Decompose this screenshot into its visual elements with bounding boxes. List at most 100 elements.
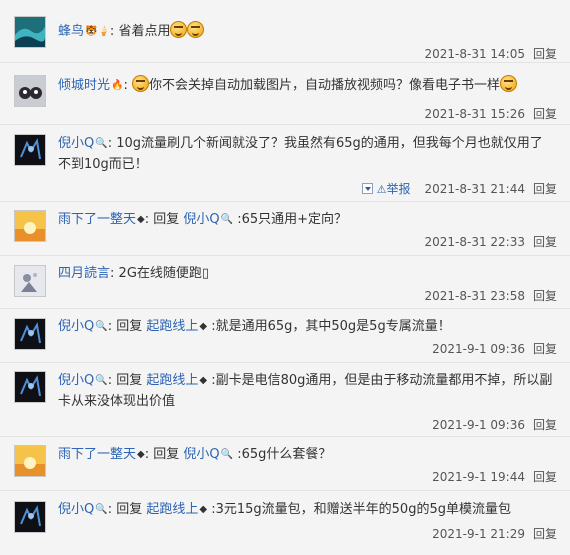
- comment-content: 倾城时光🔥: 你不会关掉自动加载图片，自动播放视频吗？像看电子书一样: [58, 75, 553, 96]
- user-badge-icon: 🔥: [111, 80, 124, 91]
- comment-timestamp: 2021-8-31 23:58: [424, 289, 525, 303]
- separator-text: :: [123, 78, 128, 93]
- avatar-image: [15, 372, 45, 402]
- comment-text: 10g流量刷几个新闻就没了？我虽然有65g的通用，但我每个月也就仅用了不到10g…: [58, 136, 543, 172]
- username-link[interactable]: 倾城时光: [58, 78, 110, 93]
- comment-meta: 2021-9-1 09:36 回复: [432, 340, 557, 357]
- avatar-image: [15, 17, 45, 47]
- comment-item: 倪小Q🔍: 10g流量刷几个新闻就没了？我虽然有65g的通用，但我每个月也就仅用…: [0, 125, 570, 201]
- comment-item: 倾城时光🔥: 你不会关掉自动加载图片，自动播放视频吗？像看电子书一样 2021-…: [0, 63, 570, 125]
- username-link[interactable]: 雨下了一整天: [58, 447, 136, 462]
- reply-target-link[interactable]: 起跑线上: [146, 319, 198, 334]
- comment-meta: 2021-8-31 23:58 回复: [424, 287, 557, 304]
- avatar[interactable]: [14, 210, 46, 242]
- separator-text: :: [109, 24, 115, 39]
- user-badge-icon: ◆: [137, 214, 145, 225]
- comment-meta: 2021-8-31 22:33 回复: [424, 233, 557, 250]
- avatar-image: [15, 319, 45, 349]
- reply-target-link[interactable]: 倪小Q: [183, 447, 219, 462]
- reply-button[interactable]: 回复: [533, 418, 557, 432]
- reply-button[interactable]: 回复: [533, 470, 557, 484]
- avatar[interactable]: [14, 265, 46, 297]
- separator-text: : 回复: [107, 319, 143, 334]
- comment-text: :65g什么套餐？: [237, 447, 332, 462]
- avatar[interactable]: [14, 16, 46, 48]
- target-badge-icon: ◆: [199, 375, 208, 386]
- smile-emoji-icon: [132, 75, 149, 92]
- reply-button[interactable]: 回复: [533, 47, 557, 61]
- comment-item: 倪小Q🔍: 回复 起跑线上◆ :就是通用65g，其中50g是5g专属流量！ 20…: [0, 309, 570, 362]
- username-link[interactable]: 蜂鸟: [58, 24, 84, 39]
- comment-content: 雨下了一整天◆: 回复 倪小Q🔍 :65只通用+定向？: [58, 209, 553, 230]
- avatar[interactable]: [14, 501, 46, 533]
- target-badge-icon: ◆: [199, 504, 208, 515]
- comment-timestamp: 2021-8-31 14:05: [424, 47, 525, 61]
- username-link[interactable]: 倪小Q: [58, 136, 94, 151]
- avatar-image: [15, 446, 45, 476]
- comment-timestamp: 2021-9-1 09:36: [432, 418, 525, 432]
- username-link[interactable]: 四月読言: [58, 266, 110, 281]
- comment-list: 蜂鸟🐯🍦: 省着点用 2021-8-31 14:05 回复 倾城时光🔥: 你不会关…: [0, 0, 570, 555]
- report-button[interactable]: 举报: [386, 182, 410, 196]
- target-badge-icon: 🔍: [220, 214, 234, 225]
- avatar-image: [15, 211, 45, 241]
- user-badge-icon: 🔍: [95, 375, 108, 386]
- avatar[interactable]: [14, 318, 46, 350]
- user-badge-icon: ◆: [137, 449, 145, 460]
- comment-content: 倪小Q🔍: 回复 起跑线上◆ :副卡是电信80g通用，但是由于移动流量都用不掉，…: [58, 370, 553, 412]
- comment-meta: 2021-8-31 14:05 回复: [424, 45, 557, 62]
- avatar-image: [15, 135, 45, 165]
- reply-target-link[interactable]: 起跑线上: [146, 502, 198, 517]
- user-badge-icon: 🔍: [95, 321, 108, 332]
- smile-emoji-icon: [170, 21, 188, 38]
- dropdown-toggle-icon[interactable]: [361, 183, 373, 194]
- comment-meta: ⚠举报 2021-8-31 21:44 回复: [361, 180, 557, 197]
- comment-timestamp: 2021-8-31 22:33: [424, 235, 525, 249]
- comment-text: 2G在线随便跑▯: [118, 266, 210, 281]
- separator-text: : 回复: [144, 212, 180, 227]
- comment-timestamp: 2021-9-1 09:36: [432, 342, 525, 356]
- smile-emoji-icon: [500, 75, 518, 92]
- smile-emoji-icon: [187, 21, 205, 38]
- comment-meta: 2021-9-1 19:44 回复: [432, 468, 557, 485]
- comment-text: 你不会关掉自动加载图片，自动播放视频吗？像看电子书一样: [149, 78, 501, 93]
- separator-text: : 回复: [107, 502, 143, 517]
- comment-meta: 2021-8-31 15:26 回复: [424, 105, 557, 122]
- username-link[interactable]: 倪小Q: [58, 319, 94, 334]
- comment-content: 雨下了一整天◆: 回复 倪小Q🔍 :65g什么套餐？: [58, 444, 553, 465]
- comment-content: 倪小Q🔍: 回复 起跑线上◆ :3元15g流量包，和赠送半年的50g的5g单模流…: [58, 499, 553, 520]
- avatar[interactable]: [14, 75, 46, 107]
- comment-text: :3元15g流量包，和赠送半年的50g的5g单模流量包: [211, 502, 511, 517]
- reply-button[interactable]: 回复: [533, 527, 557, 541]
- reply-button[interactable]: 回复: [533, 235, 557, 249]
- username-link[interactable]: 雨下了一整天: [58, 212, 136, 227]
- comment-content: 倪小Q🔍: 10g流量刷几个新闻就没了？我虽然有65g的通用，但我每个月也就仅用…: [58, 133, 553, 175]
- comment-item: 倪小Q🔍: 回复 起跑线上◆ :副卡是电信80g通用，但是由于移动流量都用不掉，…: [0, 363, 570, 436]
- comment-item: 四月読言: 2G在线随便跑▯ 2021-8-31 23:58 回复: [0, 256, 570, 308]
- avatar[interactable]: [14, 445, 46, 477]
- reply-button[interactable]: 回复: [533, 107, 557, 121]
- reply-target-link[interactable]: 起跑线上: [146, 373, 198, 388]
- comment-meta: 2021-9-1 09:36 回复: [432, 416, 557, 433]
- comment-text: 省着点用: [118, 24, 171, 39]
- comment-item: 倪小Q🔍: 回复 起跑线上◆ :3元15g流量包，和赠送半年的50g的5g单模流…: [0, 491, 570, 555]
- comment-content: 四月読言: 2G在线随便跑▯: [58, 263, 553, 284]
- reply-button[interactable]: 回复: [533, 182, 557, 196]
- comment-text: :就是通用65g，其中50g是5g专属流量！: [211, 319, 451, 334]
- separator-text: : 回复: [144, 447, 180, 462]
- warning-icon: ⚠: [376, 183, 387, 196]
- comment-item: 雨下了一整天◆: 回复 倪小Q🔍 :65只通用+定向？ 2021-8-31 22…: [0, 202, 570, 255]
- user-badge-icon: 🔍: [95, 504, 108, 515]
- avatar-image: [15, 266, 45, 296]
- separator-text: :: [107, 136, 113, 151]
- target-badge-icon: 🔍: [220, 449, 234, 460]
- username-link[interactable]: 倪小Q: [58, 373, 94, 388]
- reply-button[interactable]: 回复: [533, 289, 557, 303]
- avatar[interactable]: [14, 371, 46, 403]
- reply-target-link[interactable]: 倪小Q: [183, 212, 219, 227]
- reply-button[interactable]: 回复: [533, 342, 557, 356]
- avatar[interactable]: [14, 134, 46, 166]
- comment-meta: 2021-9-1 21:29 回复: [432, 525, 557, 542]
- username-link[interactable]: 倪小Q: [58, 502, 94, 517]
- user-badge-icon: 🐯🍦: [85, 26, 110, 37]
